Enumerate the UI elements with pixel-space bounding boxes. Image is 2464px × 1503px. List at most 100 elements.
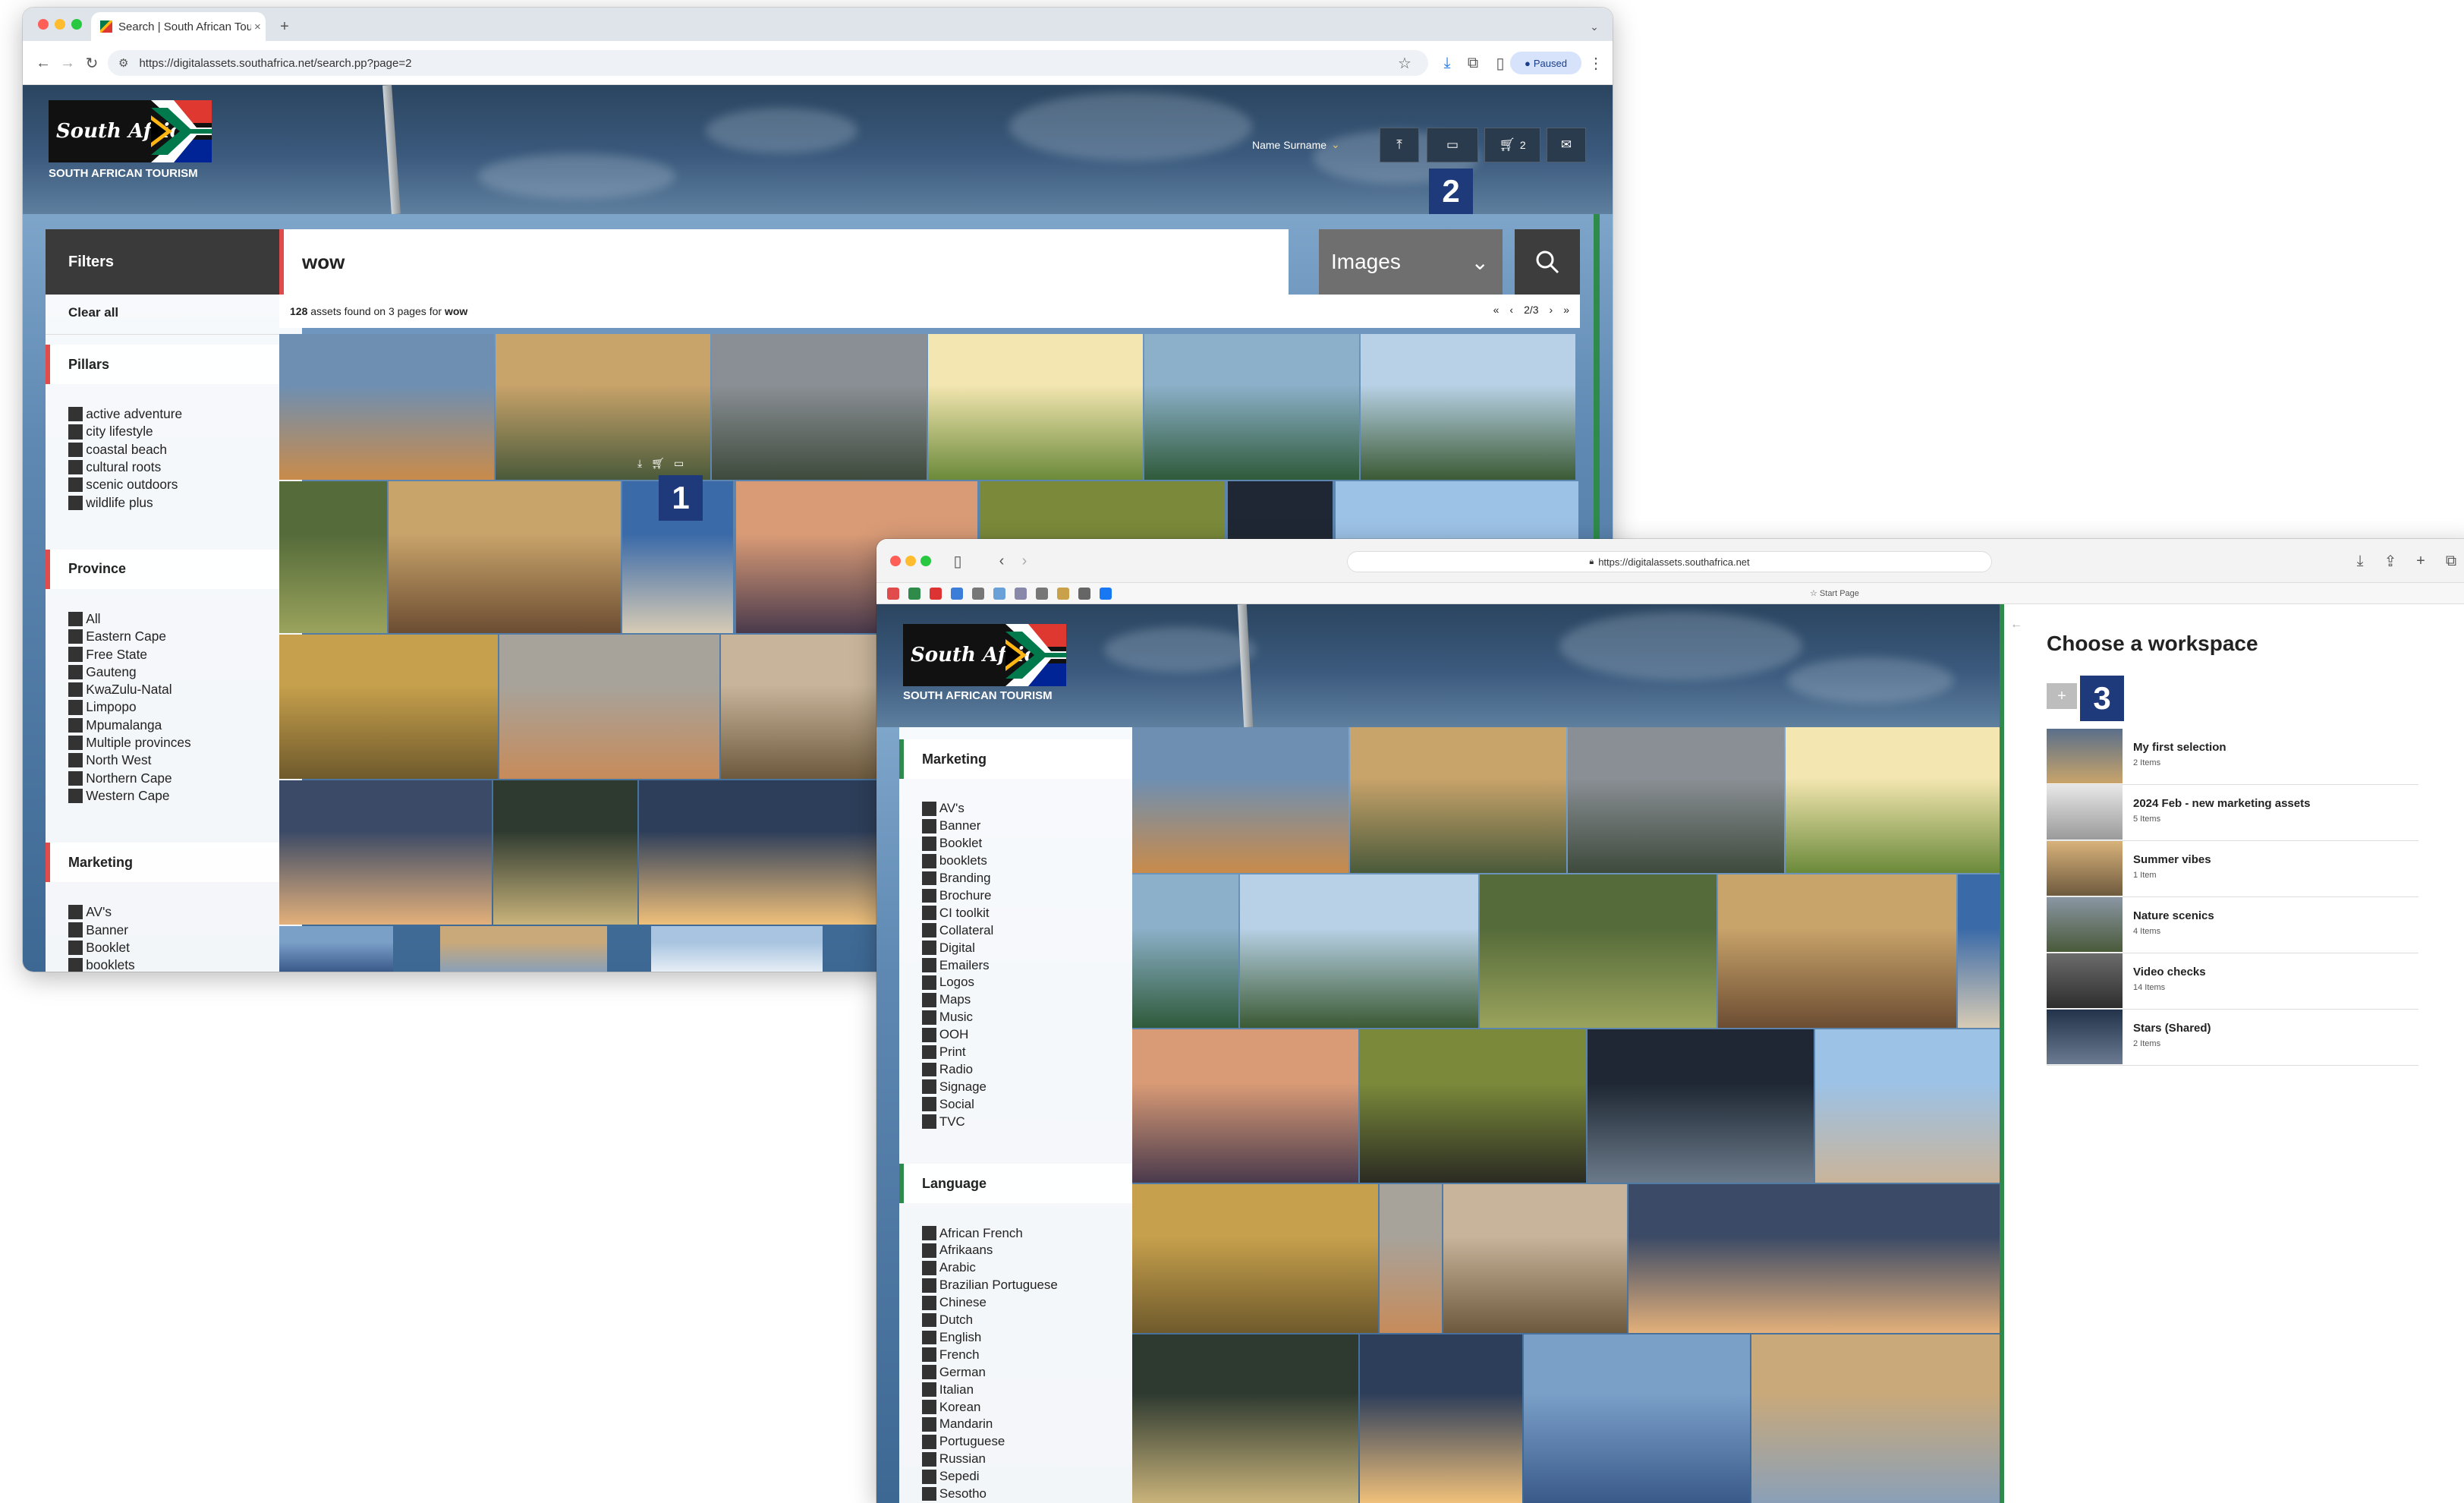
checkbox-icon[interactable]	[68, 629, 83, 644]
checkbox-icon[interactable]	[922, 958, 936, 972]
filter-option[interactable]: Radio	[922, 1061, 973, 1079]
search-button[interactable]	[1515, 229, 1580, 295]
filter-option[interactable]: Russian	[922, 1451, 986, 1468]
image-thumbnail[interactable]	[1144, 334, 1359, 480]
image-thumbnail[interactable]	[1958, 874, 2000, 1028]
image-thumbnail[interactable]	[279, 780, 492, 925]
filter-option[interactable]: Brochure	[922, 887, 991, 905]
image-thumbnail[interactable]	[928, 334, 1143, 480]
checkbox-icon[interactable]	[922, 1382, 936, 1397]
filter-option[interactable]: Chinese	[922, 1294, 987, 1312]
checkbox-icon[interactable]	[922, 871, 936, 886]
last-page-icon[interactable]: »	[1563, 304, 1569, 316]
checkbox-icon[interactable]	[922, 1028, 936, 1042]
filter-option[interactable]: African French	[922, 1224, 1023, 1242]
filter-option[interactable]: Logos	[922, 974, 974, 991]
collapse-panel-icon[interactable]: ←	[2010, 618, 2022, 632]
checkbox-icon[interactable]	[68, 718, 83, 733]
favorite-site-icon[interactable]	[1036, 588, 1048, 600]
checkbox-icon[interactable]	[922, 854, 936, 868]
image-thumbnail[interactable]	[1786, 727, 2000, 873]
browser-tab[interactable]: Search | South African Touris... ×	[91, 12, 266, 41]
checkbox-icon[interactable]	[68, 665, 83, 679]
image-thumbnail[interactable]	[1718, 874, 1956, 1028]
image-thumbnail[interactable]	[279, 334, 494, 480]
checkbox-icon[interactable]	[922, 1261, 936, 1275]
checkbox-icon[interactable]	[68, 736, 83, 750]
first-page-icon[interactable]: «	[1493, 304, 1499, 316]
image-thumbnail[interactable]	[1588, 1029, 1814, 1183]
filter-option[interactable]: All	[68, 610, 101, 628]
image-thumbnail[interactable]	[1132, 1029, 1358, 1183]
checkbox-icon[interactable]	[922, 993, 936, 1007]
workspace-item[interactable]: Stars (Shared)2 Items	[2047, 1010, 2418, 1066]
checkbox-icon[interactable]	[922, 941, 936, 955]
section-heading-marketing[interactable]: Marketing	[46, 843, 302, 882]
image-thumbnail[interactable]	[1480, 874, 1717, 1028]
filter-option[interactable]: North West	[68, 752, 151, 769]
filter-option[interactable]: Maps	[922, 991, 971, 1009]
image-thumbnail[interactable]	[1360, 1334, 1522, 1503]
brand-logo[interactable]: South Africa	[49, 100, 212, 162]
checkbox-icon[interactable]	[922, 1313, 936, 1328]
filter-option[interactable]: Print	[922, 1044, 966, 1061]
checkbox-icon[interactable]	[68, 612, 83, 626]
checkbox-icon[interactable]	[922, 1400, 936, 1414]
image-thumbnail[interactable]	[1815, 1029, 2000, 1183]
filter-option[interactable]: Sesotho	[922, 1486, 987, 1503]
new-tab-icon[interactable]: +	[273, 15, 296, 38]
checkbox-icon[interactable]	[68, 753, 83, 767]
share-icon[interactable]: ⇪	[2379, 550, 2402, 572]
image-thumbnail[interactable]	[721, 635, 877, 779]
checkbox-icon[interactable]	[922, 819, 936, 833]
filter-option[interactable]: Mandarin	[922, 1416, 993, 1433]
asset-type-select[interactable]: Images ⌄	[1319, 229, 1503, 295]
filter-option[interactable]: coastal beach	[68, 441, 167, 458]
filter-option[interactable]: scenic outdoors	[68, 476, 178, 493]
favorite-site-icon[interactable]	[930, 588, 942, 600]
checkbox-icon[interactable]	[68, 789, 83, 803]
filter-option[interactable]: Digital	[922, 939, 975, 956]
user-menu[interactable]: Name Surname ⌄	[1252, 138, 1340, 151]
checkbox-icon[interactable]	[922, 1097, 936, 1111]
image-thumbnail[interactable]	[651, 926, 823, 972]
favorite-site-icon[interactable]	[1015, 588, 1027, 600]
filter-option[interactable]: Eastern Cape	[68, 628, 166, 645]
checkbox-icon[interactable]	[922, 1045, 936, 1060]
filter-option[interactable]: Afrikaans	[922, 1242, 993, 1259]
checkbox-icon[interactable]	[68, 496, 83, 510]
filter-option[interactable]: Emailers	[922, 956, 990, 974]
filter-option[interactable]: city lifestyle	[68, 423, 153, 440]
section-heading-language[interactable]: Language	[899, 1164, 1132, 1203]
site-settings-icon[interactable]: ⚙	[118, 56, 128, 70]
forward-icon[interactable]: →	[56, 52, 79, 74]
checkbox-icon[interactable]	[68, 460, 83, 474]
back-icon[interactable]: ‹	[990, 550, 1013, 572]
filter-option[interactable]: AV's	[68, 903, 112, 921]
favorite-site-icon[interactable]	[951, 588, 963, 600]
profile-button[interactable]: ●Paused	[1510, 52, 1581, 74]
address-bar[interactable]: ⚙ https://digitalassets.southafrica.net/…	[108, 50, 1428, 76]
filter-option[interactable]: French	[922, 1346, 979, 1363]
filter-option[interactable]: booklets	[68, 956, 135, 972]
checkbox-icon[interactable]	[922, 906, 936, 920]
add-workspace-button[interactable]: +	[2047, 683, 2077, 709]
filter-option[interactable]: Signage	[922, 1078, 987, 1095]
filters-toggle[interactable]: Filters	[46, 229, 302, 295]
image-thumbnail[interactable]	[1751, 1334, 2000, 1503]
filter-option[interactable]: wildlife plus	[68, 494, 153, 512]
image-thumbnail[interactable]	[279, 635, 498, 779]
filter-option[interactable]: Western Cape	[68, 787, 169, 805]
filter-option[interactable]: booklets	[922, 852, 987, 870]
checkbox-icon[interactable]	[922, 1296, 936, 1310]
side-panel-icon[interactable]: ▯	[1489, 52, 1512, 74]
filter-option[interactable]: Mpumalanga	[68, 717, 162, 734]
clear-all-link[interactable]: Clear all	[68, 305, 118, 320]
image-thumbnail[interactable]	[279, 926, 393, 972]
image-thumbnail[interactable]	[1360, 1029, 1586, 1183]
section-heading-province[interactable]: Province	[46, 550, 302, 589]
checkbox-icon[interactable]	[922, 1435, 936, 1449]
filter-option[interactable]: Gauteng	[68, 663, 137, 681]
checkbox-icon[interactable]	[922, 1365, 936, 1379]
checkbox-icon[interactable]	[68, 477, 83, 492]
